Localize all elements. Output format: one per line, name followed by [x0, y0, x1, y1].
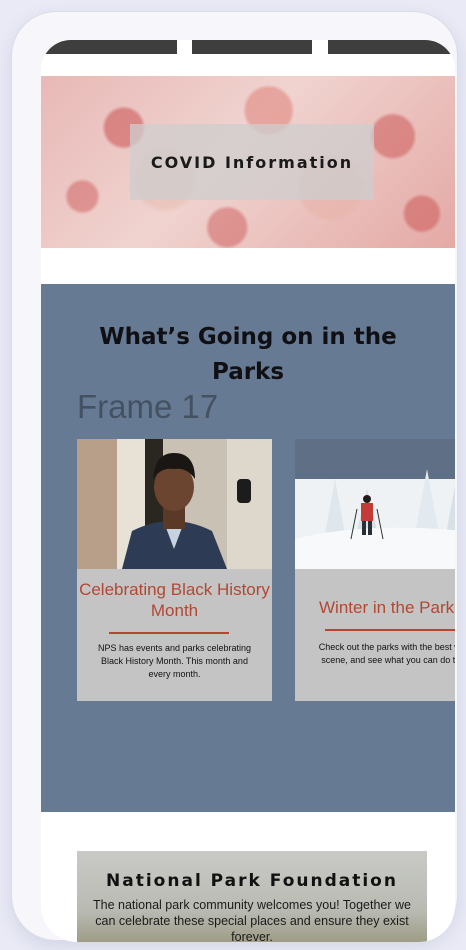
card-divider: [325, 629, 455, 631]
card-description: Check out the parks with the best winter…: [318, 642, 455, 665]
card-black-history-month[interactable]: Celebrating Black History Month NPS has …: [77, 439, 272, 701]
section-title: What’s Going on in the Parks: [99, 324, 397, 385]
top-nav: [41, 40, 455, 54]
national-park-foundation-banner[interactable]: National Park Foundation The national pa…: [77, 851, 427, 942]
foundation-title: National Park Foundation: [106, 871, 398, 891]
card-winter-in-the-park[interactable]: Winter in the Park Check out the parks w…: [295, 439, 455, 701]
card-description: NPS has events and parks celebrating Bla…: [97, 643, 252, 679]
covid-hero-banner[interactable]: COVID Information: [41, 76, 455, 248]
card-photo-winter-hiker: [295, 439, 455, 569]
phone-frame: COVID Information What’s Going on in the…: [12, 12, 457, 942]
parks-section: What’s Going on in the Parks Frame 17 Ce…: [41, 284, 455, 812]
foundation-description: The national park community welcomes you…: [93, 898, 411, 942]
card-divider: [109, 632, 229, 634]
nav-item-3[interactable]: [328, 40, 455, 54]
nav-item-1[interactable]: [41, 40, 177, 54]
nav-item-2[interactable]: [192, 40, 312, 54]
covid-info-button[interactable]: COVID Information: [130, 124, 374, 200]
card-title: Winter in the Park: [319, 598, 455, 617]
card-photo-historical-figure: [77, 439, 272, 569]
card-title: Celebrating Black History Month: [79, 580, 270, 620]
frame-label: Frame 17: [77, 388, 219, 425]
phone-screen: COVID Information What’s Going on in the…: [41, 40, 455, 942]
